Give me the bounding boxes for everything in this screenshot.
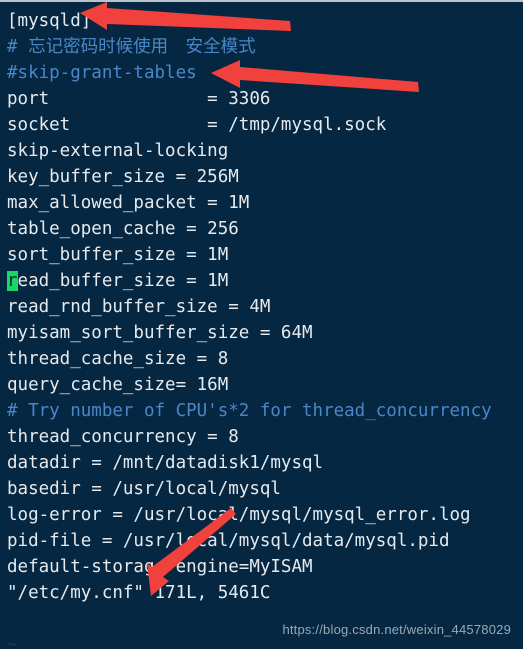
editor-line[interactable]: # Try number of CPU's*2 for thread_concu… bbox=[7, 398, 523, 424]
vim-editor-buffer[interactable]: [mysqld] # 忘记密码时候使用 安全模式 #skip-grant-tab… bbox=[0, 4, 523, 649]
editor-line[interactable]: basedir = /usr/local/mysql bbox=[7, 476, 523, 502]
editor-line[interactable]: datadir = /mnt/datadisk1/mysql bbox=[7, 450, 523, 476]
editor-line[interactable]: [mysqld] bbox=[7, 8, 523, 34]
editor-line[interactable]: default-storage-engine=MyISAM bbox=[7, 554, 523, 580]
editor-line[interactable]: pid-file = /usr/local/mysql/data/mysql.p… bbox=[7, 528, 523, 554]
editor-line[interactable]: table_open_cache = 256 bbox=[7, 216, 523, 242]
editor-line[interactable]: myisam_sort_buffer_size = 64M bbox=[7, 320, 523, 346]
editor-line-remainder: ead_buffer_size = 1M bbox=[17, 271, 229, 291]
editor-line[interactable]: key_buffer_size = 256M bbox=[7, 164, 523, 190]
editor-line[interactable]: socket = /tmp/mysql.sock bbox=[7, 112, 523, 138]
editor-line[interactable]: port = 3306 bbox=[7, 86, 523, 112]
terminal-window[interactable]: [mysqld] # 忘记密码时候使用 安全模式 #skip-grant-tab… bbox=[0, 0, 523, 649]
editor-line[interactable]: max_allowed_packet = 1M bbox=[7, 190, 523, 216]
text-cursor[interactable]: r bbox=[7, 271, 18, 291]
editor-line[interactable]: read_rnd_buffer_size = 4M bbox=[7, 294, 523, 320]
editor-line[interactable]: query_cache_size= 16M bbox=[7, 372, 523, 398]
editor-line[interactable]: thread_cache_size = 8 bbox=[7, 346, 523, 372]
editor-line[interactable]: log-error = /usr/local/mysql/mysql_error… bbox=[7, 502, 523, 528]
editor-line[interactable]: sort_buffer_size = 1M bbox=[7, 242, 523, 268]
vim-status-line: "/etc/my.cnf" 171L, 5461C bbox=[7, 583, 271, 603]
editor-line[interactable]: # 忘记密码时候使用 安全模式 bbox=[7, 34, 523, 60]
csdn-watermark: https://blog.csdn.net/weixin_44578029 bbox=[282, 622, 511, 637]
editor-line-with-cursor[interactable]: read_buffer_size = 1M bbox=[7, 268, 523, 294]
editor-line[interactable]: thread_concurrency = 8 bbox=[7, 424, 523, 450]
editor-line[interactable]: skip-external-locking bbox=[7, 138, 523, 164]
editor-line[interactable]: #skip-grant-tables bbox=[7, 60, 523, 86]
